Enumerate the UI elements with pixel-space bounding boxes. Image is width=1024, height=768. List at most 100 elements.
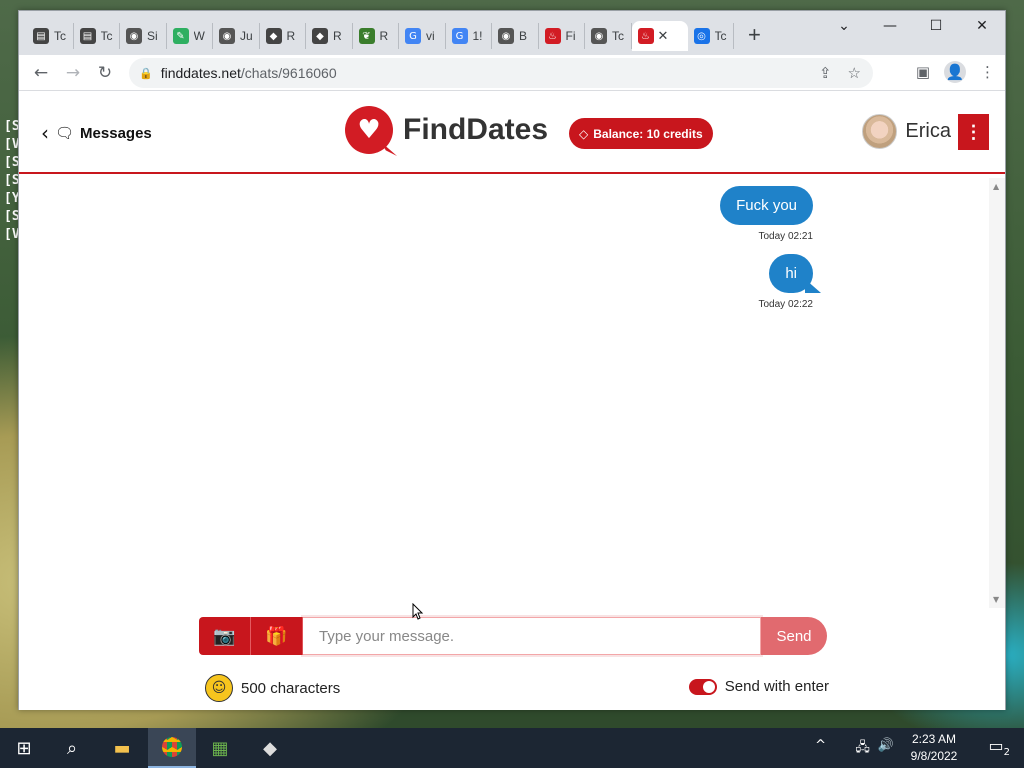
message-input[interactable] bbox=[303, 617, 761, 655]
tab-title: W bbox=[193, 29, 205, 43]
address-bar[interactable]: 🔒 finddates.net/chats/9616060 ⇪ ☆ bbox=[129, 58, 873, 88]
forward-arrow-icon[interactable]: → bbox=[61, 61, 85, 85]
leaf-icon: ❦ bbox=[358, 28, 375, 44]
link-icon: ✎ bbox=[172, 28, 189, 44]
mouse-cursor-icon bbox=[412, 603, 424, 620]
gift-button[interactable]: 🎁 bbox=[251, 617, 303, 655]
kebab-menu-button[interactable]: ⋮ bbox=[958, 114, 989, 150]
close-tab-icon[interactable]: ✕ bbox=[658, 28, 669, 44]
user-name: Erica bbox=[905, 120, 951, 142]
back-arrow-icon[interactable]: ← bbox=[29, 61, 53, 85]
share-icon[interactable]: ⇪ bbox=[819, 64, 832, 82]
maximize-button[interactable]: ☐ bbox=[913, 11, 959, 41]
store-icon[interactable]: ▦ bbox=[196, 728, 244, 768]
omnibox-icons: ⇪ ☆ bbox=[819, 64, 861, 82]
eye-icon: ◎ bbox=[693, 28, 710, 44]
calendar-icon: ▤ bbox=[33, 28, 49, 44]
emoji-picker-icon[interactable]: ☺ bbox=[205, 674, 233, 702]
brand-name: FindDates bbox=[403, 113, 549, 146]
tab-title: R bbox=[379, 29, 389, 43]
browser-tab-active[interactable]: ♨ ✕ bbox=[631, 21, 688, 51]
tab-title: vi bbox=[426, 29, 435, 43]
tab-title: 1! bbox=[472, 29, 483, 43]
volume-icon[interactable]: 🔊 bbox=[878, 738, 894, 760]
browser-tab[interactable]: ◉ Si bbox=[120, 23, 167, 49]
tab-title: B bbox=[519, 29, 528, 43]
minimize-button[interactable]: — bbox=[867, 11, 913, 41]
user-profile[interactable]: Erica bbox=[862, 114, 951, 149]
tab-title: R bbox=[286, 29, 296, 43]
globe-icon: ◉ bbox=[591, 28, 607, 44]
reload-icon[interactable]: ↻ bbox=[93, 61, 117, 85]
browser-tab[interactable]: ❦ R bbox=[353, 23, 399, 49]
globe-icon: ◉ bbox=[126, 28, 142, 44]
browser-tab[interactable]: ▤ Tc bbox=[27, 23, 74, 49]
windows-taskbar: ⊞ ⌕ ▬ ▦ ◆ ^ 🖧 🔊 2:23 AM 9/8/2022 ▭2 bbox=[0, 728, 1024, 768]
tab-bar: ▤ Tc ▤ Tc ◉ Si ✎ W ◉ Ju ◆ R ◆ R ❦ R Gvi G 1! ◉ B ♨ Fi ◉ Tc ♨ ✕ ◎ Tc +… bbox=[19, 11, 1005, 61]
browser-tab[interactable]: Gvi bbox=[399, 23, 446, 49]
browser-tab[interactable]: ◉ B bbox=[492, 23, 539, 49]
message-item: Fuck you Today 02:21 bbox=[720, 186, 813, 242]
send-with-enter-toggle[interactable] bbox=[688, 678, 717, 695]
tab-search-icon[interactable]: ⌄ bbox=[821, 11, 867, 41]
browser-toolbar: ← → ↻ 🔒 finddates.net/chats/9616060 ⇪ ☆ … bbox=[19, 55, 1005, 91]
camera-button[interactable]: 📷 bbox=[199, 617, 251, 655]
character-counter: 500 characters bbox=[241, 680, 341, 697]
clock[interactable]: 2:23 AM 9/8/2022 bbox=[906, 731, 962, 765]
message-item: hi Today 02:22 bbox=[759, 254, 813, 310]
browser-tab[interactable]: ◎ Tc bbox=[688, 23, 734, 49]
message-bubble: hi bbox=[769, 254, 813, 293]
gift-icon: 🎁 bbox=[265, 625, 288, 647]
notification-center-icon[interactable]: ▭2 bbox=[989, 736, 1011, 758]
diamond-icon: ◇ bbox=[579, 126, 589, 141]
message-bubble: Fuck you bbox=[720, 186, 813, 225]
message-composer: 📷 🎁 Send bbox=[199, 617, 827, 655]
lock-icon: 🔒 bbox=[139, 66, 153, 80]
tab-title: Tc bbox=[54, 29, 66, 43]
scroll-up-icon[interactable]: ▲ bbox=[993, 182, 999, 191]
chat-scrollbar[interactable]: ▲ ▼ bbox=[989, 178, 1005, 608]
browser-tab[interactable]: ✎ W bbox=[167, 23, 213, 49]
browser-tab[interactable]: ▤ Tc bbox=[74, 23, 120, 49]
profile-icon[interactable]: 👤 bbox=[944, 61, 966, 83]
clock-date: 9/8/2022 bbox=[910, 749, 958, 763]
tab-title: Ju bbox=[240, 29, 253, 43]
browser-tab[interactable]: ♨ Fi bbox=[539, 23, 585, 49]
chrome-menu-icon[interactable]: ⋮ bbox=[980, 63, 995, 81]
browser-tab[interactable]: ◉ Ju bbox=[213, 23, 260, 49]
file-explorer-icon[interactable]: ▬ bbox=[98, 728, 146, 768]
network-icon[interactable]: 🖧 bbox=[855, 738, 870, 760]
back-label: Messages bbox=[80, 124, 152, 142]
back-to-messages-link[interactable]: ‹ 🗨 Messages bbox=[41, 121, 152, 145]
search-icon[interactable]: ⌕ bbox=[48, 728, 96, 768]
brand-logo[interactable]: ♥ FindDates bbox=[345, 106, 548, 154]
balance-badge[interactable]: ◇ Balance: 10 credits bbox=[569, 118, 713, 149]
composer-footer: ☺ 500 characters Send with enter bbox=[205, 674, 829, 704]
toolbar-right: ▣ 👤 ⋮ bbox=[916, 61, 995, 83]
chrome-icon[interactable] bbox=[148, 728, 196, 768]
finddates-icon: ♨ bbox=[544, 28, 561, 44]
bookmark-star-icon[interactable]: ☆ bbox=[848, 64, 861, 82]
side-panel-icon[interactable]: ▣ bbox=[916, 63, 930, 81]
browser-tab[interactable]: ◆ R bbox=[306, 23, 353, 49]
windows-start-icon[interactable]: ⊞ bbox=[0, 728, 48, 768]
browser-tab[interactable]: G 1! bbox=[446, 23, 492, 49]
scroll-down-icon[interactable]: ▼ bbox=[993, 595, 999, 604]
close-window-button[interactable]: ✕ bbox=[959, 11, 1005, 41]
notification-count: 2 bbox=[1003, 747, 1010, 759]
send-button[interactable]: Send bbox=[761, 617, 827, 655]
browser-tab[interactable]: ◉ Tc bbox=[585, 23, 632, 49]
roblox-icon: ◆ bbox=[312, 28, 328, 44]
chevron-left-icon: ‹ bbox=[41, 121, 49, 145]
google-icon: G bbox=[451, 28, 468, 44]
browser-tab[interactable]: ◆ R bbox=[260, 23, 306, 49]
tab-title: Si bbox=[147, 29, 158, 43]
new-tab-button[interactable]: + bbox=[748, 23, 761, 49]
tab-title: R bbox=[333, 29, 342, 43]
tab-strip: ▤ Tc ▤ Tc ◉ Si ✎ W ◉ Ju ◆ R ◆ R ❦ R Gvi G 1! ◉ B ♨ Fi ◉ Tc ♨ ✕ ◎ Tc + bbox=[27, 21, 761, 51]
site-header: ‹ 🗨 Messages ♥ FindDates ◇ Balance: 10 c… bbox=[19, 92, 1005, 174]
roblox-icon[interactable]: ◆ bbox=[246, 728, 294, 768]
flame-heart-logo-icon: ♥ bbox=[345, 106, 393, 154]
tab-title: Fi bbox=[565, 29, 576, 43]
chevron-up-icon[interactable]: ^ bbox=[815, 738, 826, 753]
